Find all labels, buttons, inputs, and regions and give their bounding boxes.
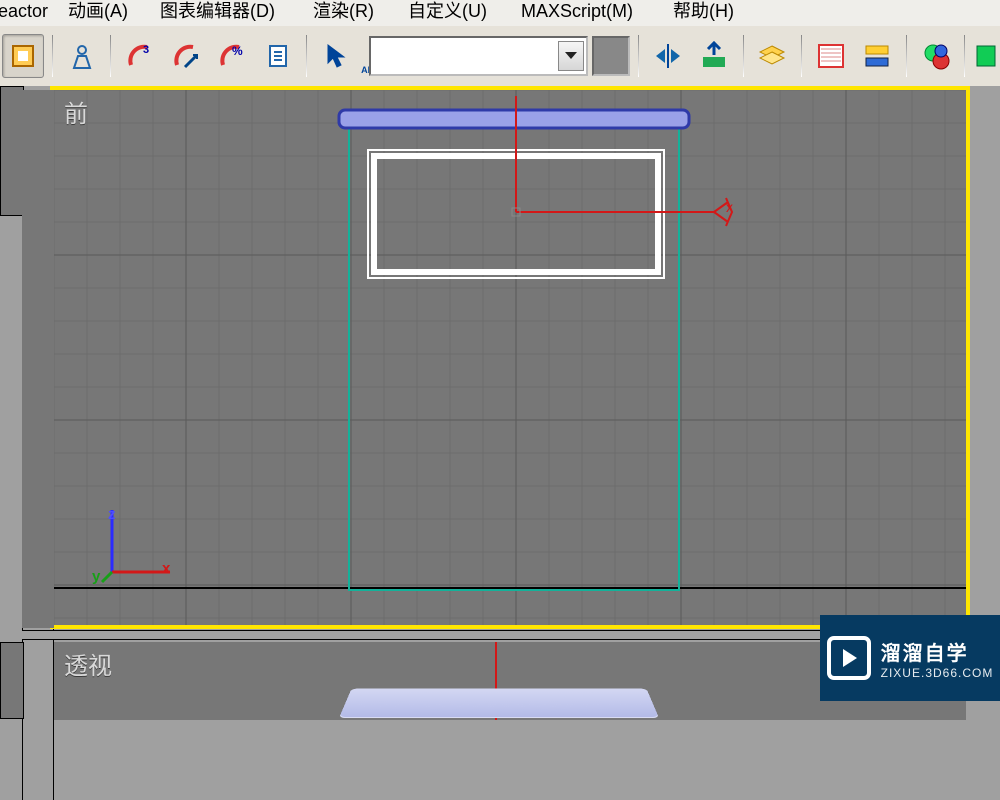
select-none-button[interactable] xyxy=(61,34,103,78)
menu-item-script[interactable]: MAXScript(M) xyxy=(511,0,643,26)
select-object-button[interactable] xyxy=(315,34,357,78)
material-editor-button[interactable] xyxy=(915,34,957,78)
spinner-snap-button[interactable] xyxy=(257,34,299,78)
axis-z-label: z xyxy=(108,506,116,523)
angle-snap-button[interactable] xyxy=(165,34,207,78)
menu-item-reactor[interactable]: eactor xyxy=(0,0,58,26)
axis-x-label: x xyxy=(162,560,170,577)
curve-editor-button[interactable] xyxy=(810,34,852,78)
viewport-front[interactable]: x z y x 前 xyxy=(54,90,966,625)
watermark-url: ZIXUE.3D66.COM xyxy=(881,666,994,680)
layer-manager-button[interactable] xyxy=(752,34,794,78)
watermark-title: 溜溜自学 xyxy=(881,637,969,666)
watermark-play-icon xyxy=(827,636,871,680)
menu-item-anim[interactable]: 动画(A) xyxy=(58,0,138,26)
watermark: 溜溜自学 ZIXUE.3D66.COM xyxy=(820,615,1000,701)
perspective-geometry xyxy=(339,689,659,718)
grid: x xyxy=(54,90,966,625)
menu-bar: eactor 动画(A) 图表编辑器(D) 渲染(R) 自定义(U) MAXSc… xyxy=(0,0,1000,27)
align-button[interactable] xyxy=(693,34,735,78)
svg-text:%: % xyxy=(232,44,243,58)
main-toolbar: 3 % ABC xyxy=(0,26,1000,87)
selection-color-swatch[interactable] xyxy=(592,36,630,76)
workspace: x z y x 前 透视 溜溜自学 ZIXUE.3D66.C xyxy=(0,86,1000,719)
axis-y-label: y xyxy=(92,568,100,585)
named-selection-dropdown[interactable] xyxy=(369,36,588,76)
viewport-perspective-label: 透视 xyxy=(64,646,112,681)
svg-text:x: x xyxy=(726,199,733,215)
viewport-bottom-left[interactable] xyxy=(0,642,24,719)
menu-item-render[interactable]: 渲染(R) xyxy=(303,0,384,26)
menu-item-help[interactable]: 帮助(H) xyxy=(663,0,744,26)
viewport-front-label: 前 xyxy=(64,94,88,129)
viewport-top-left[interactable] xyxy=(0,86,24,216)
svg-text:3: 3 xyxy=(143,44,149,56)
dropdown-chevron-icon[interactable] xyxy=(558,41,584,71)
menu-item-custom[interactable]: 自定义(U) xyxy=(398,0,497,26)
mirror-button[interactable] xyxy=(647,34,689,78)
schematic-view-button[interactable] xyxy=(856,34,898,78)
menu-item-graph[interactable]: 图表编辑器(D) xyxy=(150,0,285,26)
percent-snap-button[interactable]: % xyxy=(211,34,253,78)
selection-filter-button[interactable] xyxy=(2,34,44,78)
snap-3d-button[interactable]: 3 xyxy=(119,34,161,78)
render-setup-button[interactable] xyxy=(973,34,998,78)
